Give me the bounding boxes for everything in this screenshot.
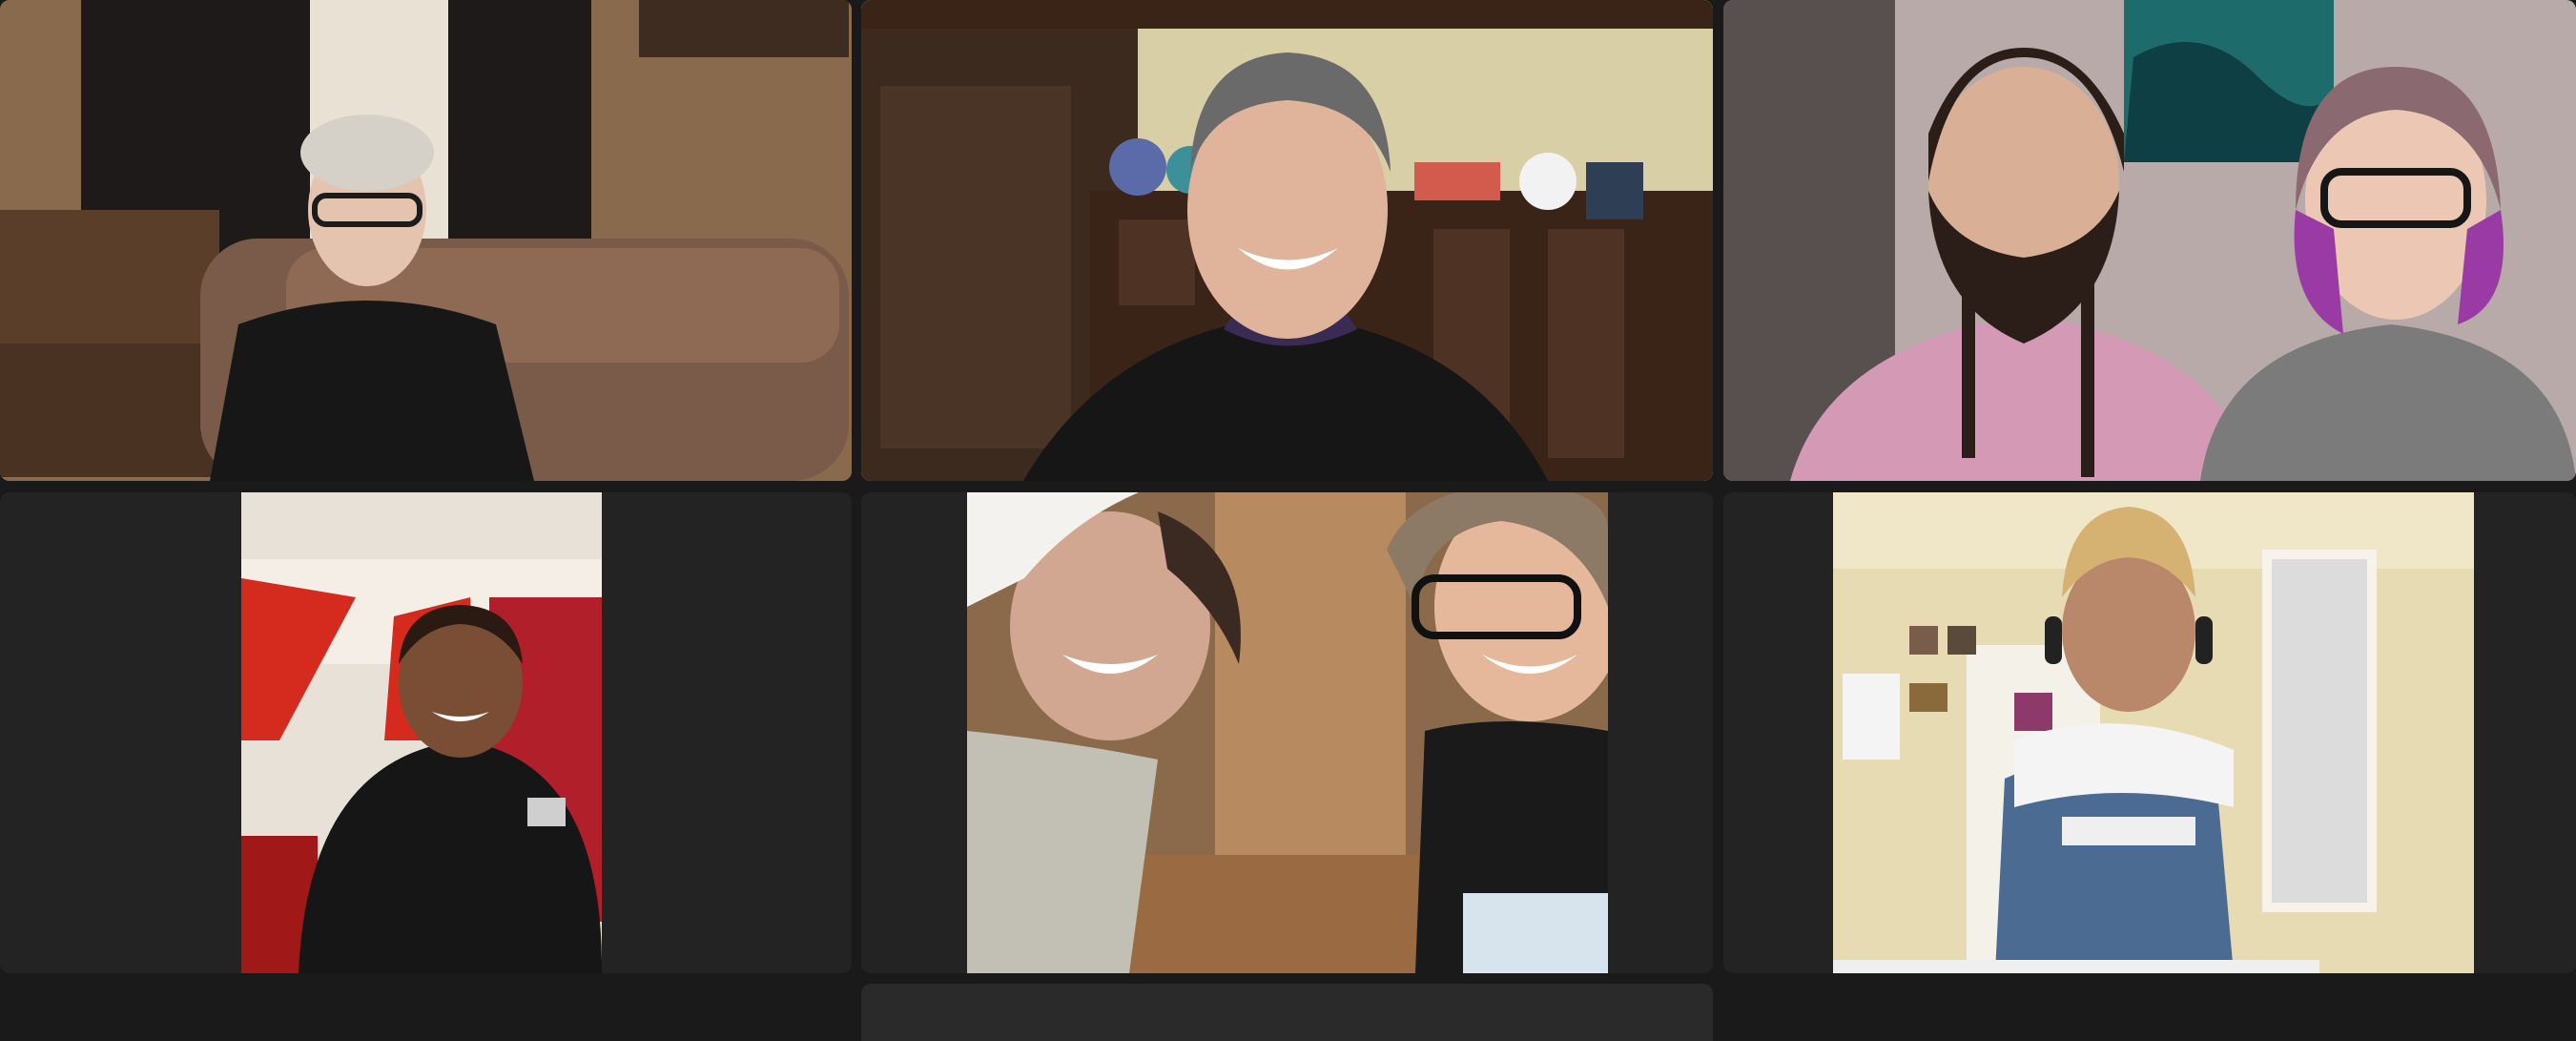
participant-tile-2[interactable] — [861, 0, 1713, 481]
participant-tile-1[interactable] — [0, 0, 852, 481]
participant-video-6 — [1833, 492, 2474, 973]
participant-tile-partial[interactable] — [861, 984, 1713, 1041]
participant-tile-5[interactable] — [861, 492, 1713, 973]
participant-video-3 — [1723, 0, 2576, 481]
participant-video-4 — [241, 492, 602, 973]
participant-tile-6[interactable] — [1723, 492, 2576, 973]
participant-tile-4[interactable] — [0, 492, 852, 973]
participant-video-5 — [967, 492, 1608, 973]
participant-video-2 — [861, 0, 1713, 481]
participant-video-1 — [0, 0, 852, 481]
participant-tile-3[interactable] — [1723, 0, 2576, 481]
